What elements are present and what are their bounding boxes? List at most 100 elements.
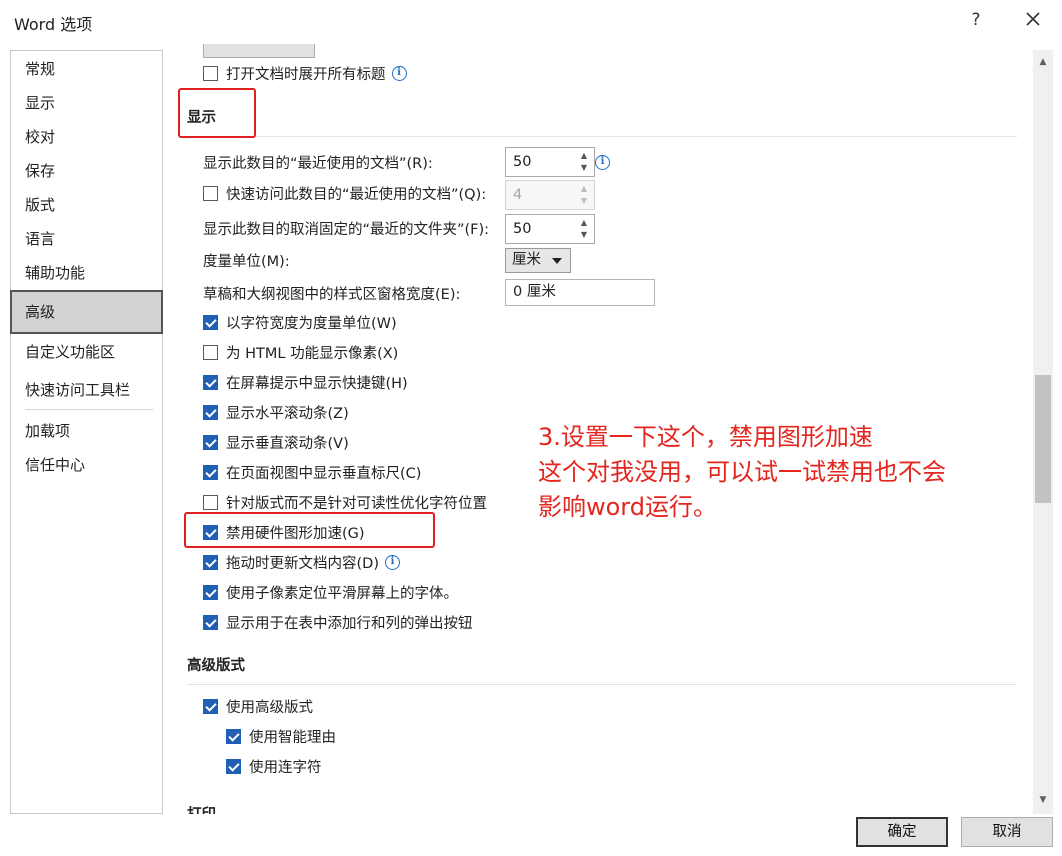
partial-button[interactable] <box>203 44 315 58</box>
checkbox[interactable] <box>203 614 218 630</box>
quick-access-label: 快速访问此数目的“最近使用的文档”(Q): <box>226 186 487 203</box>
quick-access-checkbox[interactable] <box>203 185 218 201</box>
info-icon[interactable]: i <box>595 155 610 170</box>
expand-headings-label: 打开文档时展开所有标题 <box>226 66 386 83</box>
annotation-line: 这个对我没用，可以试一试禁用也不会 <box>538 458 946 486</box>
checkbox-label: 为 HTML 功能显示像素(X) <box>226 345 399 362</box>
checkbox[interactable] <box>203 584 218 600</box>
print-section-title: 打印 <box>187 803 216 814</box>
info-icon[interactable]: i <box>391 65 407 81</box>
recent-docs-spinner[interactable]: 50 ▲ ▼ <box>505 147 595 177</box>
sidebar-item-general[interactable]: 常规 <box>11 54 162 84</box>
close-icon[interactable] <box>1022 8 1044 30</box>
section-divider <box>187 684 1017 685</box>
quick-access-row[interactable]: 快速访问此数目的“最近使用的文档”(Q): <box>203 182 486 204</box>
checkbox-row[interactable]: 显示垂直滚动条(V) <box>203 431 349 453</box>
quick-access-spinner: 4 ▲ ▼ <box>505 180 595 210</box>
checkbox-row[interactable]: 在页面视图中显示垂直标尺(C) <box>203 461 421 483</box>
sidebar-item-language[interactable]: 语言 <box>11 224 162 254</box>
recent-folders-row: 显示此数目的取消固定的“最近的文件夹”(F): <box>203 217 489 239</box>
checkbox-row[interactable]: 在屏幕提示中显示快捷键(H) <box>203 371 408 393</box>
sidebar-item-trust-center[interactable]: 信任中心 <box>11 450 162 480</box>
checkbox[interactable] <box>203 344 218 360</box>
scroll-thumb[interactable] <box>1035 375 1051 503</box>
checkbox-row[interactable]: 使用连字符 <box>226 755 322 777</box>
checkbox-label: 以字符宽度为度量单位(W) <box>226 315 397 332</box>
checkbox-label: 在屏幕提示中显示快捷键(H) <box>226 375 408 392</box>
checkbox-row[interactable]: 为 HTML 功能显示像素(X) <box>203 341 398 363</box>
spinner-arrows-icon[interactable]: ▲ ▼ <box>578 150 590 174</box>
options-sidebar: 常规 显示 校对 保存 版式 语言 辅助功能 高级 自定义功能区 快速访问工具栏… <box>10 50 163 814</box>
sidebar-item-advanced[interactable]: 高级 <box>10 290 163 334</box>
checkbox-row[interactable]: 显示水平滚动条(Z) <box>203 401 349 423</box>
checkbox[interactable] <box>203 374 218 390</box>
checkbox[interactable] <box>203 314 218 330</box>
checkbox[interactable] <box>203 464 218 480</box>
expand-headings-checkbox[interactable] <box>203 65 218 81</box>
checkbox-row[interactable]: 显示用于在表中添加行和列的弹出按钮 <box>203 611 473 633</box>
display-section-highlight <box>178 88 256 138</box>
scroll-down-icon[interactable]: ▼ <box>1035 792 1051 808</box>
sidebar-item-proofing[interactable]: 校对 <box>11 122 162 152</box>
sidebar-item-quick-access-toolbar[interactable]: 快速访问工具栏 <box>11 375 162 405</box>
hw-acceleration-highlight <box>184 512 435 548</box>
checkbox-row[interactable]: 以字符宽度为度量单位(W) <box>203 311 397 333</box>
info-icon[interactable]: i <box>384 554 400 570</box>
quick-access-value: 4 <box>513 187 523 203</box>
expand-headings-option[interactable]: 打开文档时展开所有标题 i <box>203 62 407 84</box>
checkbox-label: 使用高级版式 <box>226 699 313 716</box>
spinner-arrows-icon[interactable]: ▲ ▼ <box>578 217 590 241</box>
style-area-label: 草稿和大纲视图中的样式区窗格宽度(E): <box>203 286 461 303</box>
checkbox-row[interactable]: 拖动时更新文档内容(D) i <box>203 551 400 573</box>
checkbox[interactable] <box>226 728 241 744</box>
checkbox-row[interactable]: 使用高级版式 <box>203 695 313 717</box>
recent-folders-label: 显示此数目的取消固定的“最近的文件夹”(F): <box>203 221 490 238</box>
recent-docs-row: 显示此数目的“最近使用的文档”(R): <box>203 151 433 173</box>
checkbox-label: 针对版式而不是针对可读性优化字符位置 <box>226 495 487 512</box>
checkbox[interactable] <box>226 758 241 774</box>
checkbox-label: 拖动时更新文档内容(D) <box>226 555 379 572</box>
help-button[interactable]: ? <box>966 10 986 30</box>
units-value: 厘米 <box>512 252 541 268</box>
units-dropdown[interactable]: 厘米 <box>505 248 571 273</box>
sidebar-item-typography[interactable]: 版式 <box>11 190 162 220</box>
checkbox[interactable] <box>203 434 218 450</box>
sidebar-item-customize-ribbon[interactable]: 自定义功能区 <box>11 337 162 367</box>
window-title: Word 选项 <box>14 15 93 34</box>
recent-folders-value: 50 <box>513 221 532 237</box>
checkbox-row[interactable]: 使用子像素定位平滑屏幕上的字体。 <box>203 581 458 603</box>
sidebar-item-display[interactable]: 显示 <box>11 88 162 118</box>
sidebar-item-accessibility[interactable]: 辅助功能 <box>11 258 162 288</box>
sidebar-divider <box>25 409 153 410</box>
checkbox-row[interactable]: 针对版式而不是针对可读性优化字符位置 <box>203 491 487 513</box>
annotation-text: 3.设置一下这个，禁用图形加速 这个对我没用，可以试一试禁用也不会 影响word… <box>538 420 946 525</box>
vertical-scrollbar[interactable]: ▲ ▼ <box>1033 50 1053 814</box>
ok-button[interactable]: 确定 <box>856 817 948 847</box>
recent-docs-value: 50 <box>513 154 532 170</box>
checkbox[interactable] <box>203 698 218 714</box>
checkbox-label: 使用子像素定位平滑屏幕上的字体。 <box>226 585 458 602</box>
annotation-line: 3.设置一下这个，禁用图形加速 <box>538 423 873 451</box>
recent-folders-spinner[interactable]: 50 ▲ ▼ <box>505 214 595 244</box>
sidebar-item-save[interactable]: 保存 <box>11 156 162 186</box>
checkbox-label: 显示水平滚动条(Z) <box>226 405 349 422</box>
sidebar-item-add-ins[interactable]: 加载项 <box>11 416 162 446</box>
checkbox-row[interactable]: 使用智能理由 <box>226 725 336 747</box>
dropdown-caret-icon <box>552 258 562 264</box>
checkbox[interactable] <box>203 554 218 570</box>
checkbox-label: 显示用于在表中添加行和列的弹出按钮 <box>226 615 473 632</box>
cancel-button[interactable]: 取消 <box>961 817 1053 847</box>
units-label: 度量单位(M): <box>203 253 290 270</box>
checkbox-label: 在页面视图中显示垂直标尺(C) <box>226 465 422 482</box>
scroll-up-icon[interactable]: ▲ <box>1035 54 1051 70</box>
title-bar: Word 选项 ? <box>0 0 1062 44</box>
style-area-input[interactable]: 0 厘米 <box>505 279 655 306</box>
style-area-row: 草稿和大纲视图中的样式区窗格宽度(E): <box>203 282 460 304</box>
checkbox-label: 显示垂直滚动条(V) <box>226 435 349 452</box>
annotation-line: 影响word运行。 <box>538 493 717 521</box>
advanced-layout-section-title: 高级版式 <box>187 658 245 674</box>
checkbox[interactable] <box>203 494 218 510</box>
recent-docs-label: 显示此数目的“最近使用的文档”(R): <box>203 155 433 172</box>
checkbox[interactable] <box>203 404 218 420</box>
section-divider <box>187 136 1017 137</box>
